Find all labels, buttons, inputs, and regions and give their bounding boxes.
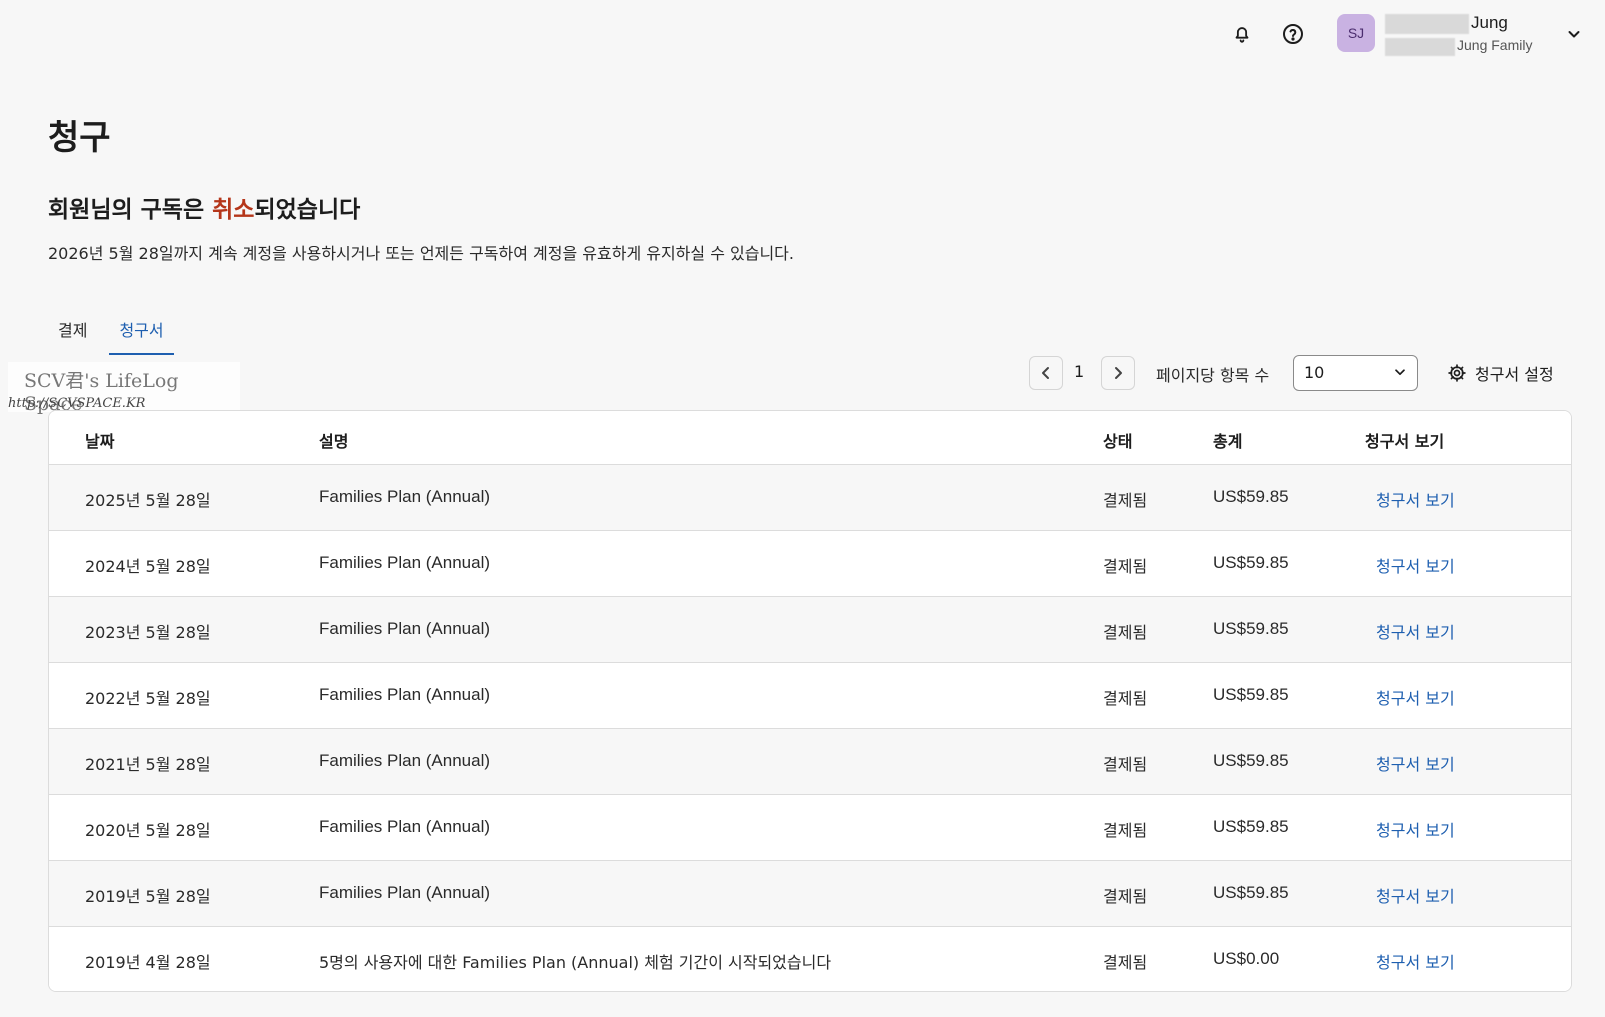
column-header-description: 설명: [319, 432, 349, 451]
subscription-notice-title: 회원님의 구독은 취소되었습니다: [48, 190, 360, 224]
view-invoice-link[interactable]: 청구서 보기: [1376, 553, 1455, 577]
cell-total: US$59.85: [1213, 685, 1289, 704]
table-row: 2025년 5월 28일 Families Plan (Annual) 결제됨 US$…: [49, 465, 1571, 531]
user-menu[interactable]: Jung Jung Family: [1385, 12, 1570, 56]
invoice-settings-button[interactable]: 청구서 설정: [1447, 360, 1554, 386]
column-header-total: 총계: [1213, 432, 1243, 451]
cell-status: 결제됨: [1103, 953, 1148, 972]
column-header-status: 상태: [1103, 432, 1133, 451]
table-row: 2023년 5월 28일 Families Plan (Annual) 결제됨 US$…: [49, 597, 1571, 663]
billing-tabs: 결제 청구서: [48, 305, 186, 355]
watermark: SCV君's LifeLog Space http://SCVSPACE.KR: [8, 362, 240, 415]
cell-date: 2024년 5월 28일: [85, 557, 211, 576]
per-page-value: 10: [1304, 363, 1325, 382]
view-invoice-link[interactable]: 청구서 보기: [1376, 817, 1455, 841]
invoice-table: 날짜 설명 상태 총계 청구서 보기 2025년 5월 28일 Families …: [48, 410, 1572, 992]
tab-payment[interactable]: 결제: [48, 305, 97, 355]
cell-date: 2020년 5월 28일: [85, 821, 211, 840]
cell-status: 결제됨: [1103, 689, 1148, 708]
table-row: 2021년 5월 28일 Families Plan (Annual) 결제됨 US$…: [49, 729, 1571, 795]
view-invoice-link[interactable]: 청구서 보기: [1376, 883, 1455, 907]
cell-total: US$59.85: [1213, 553, 1289, 572]
per-page-select[interactable]: 10: [1293, 355, 1418, 391]
notice-prefix: 회원님의 구독은: [48, 197, 213, 223]
table-header: 날짜 설명 상태 총계 청구서 보기: [49, 411, 1571, 465]
cell-total: US$59.85: [1213, 883, 1289, 902]
column-header-view-invoice: 청구서 보기: [1365, 432, 1445, 451]
cell-description: 5명의 사용자에 대한 Families Plan (Annual) 체험 기간…: [319, 953, 832, 972]
redacted-name: [1385, 14, 1469, 34]
table-row: 2020년 5월 28일 Families Plan (Annual) 결제됨 US$…: [49, 795, 1571, 861]
cell-description: Families Plan (Annual): [319, 685, 491, 704]
table-row: 2024년 5월 28일 Families Plan (Annual) 결제됨 US$…: [49, 531, 1571, 597]
cell-description: Families Plan (Annual): [319, 817, 491, 836]
cell-date: 2023년 5월 28일: [85, 623, 211, 642]
bell-icon[interactable]: [1228, 20, 1256, 48]
cell-description: Families Plan (Annual): [319, 553, 491, 572]
avatar[interactable]: SJ: [1337, 14, 1375, 52]
tab-invoices[interactable]: 청구서: [109, 305, 174, 355]
cell-status: 결제됨: [1103, 887, 1148, 906]
page-number: 1: [1074, 362, 1085, 381]
cell-description: Families Plan (Annual): [319, 619, 491, 638]
table-row: 2019년 4월 28일 5명의 사용자에 대한 Families Plan (A…: [49, 927, 1571, 991]
next-page-button[interactable]: [1101, 356, 1135, 390]
gear-icon: [1448, 364, 1466, 382]
table-row: 2019년 5월 28일 Families Plan (Annual) 결제됨 US$…: [49, 861, 1571, 927]
column-header-date[interactable]: 날짜: [85, 428, 114, 452]
cell-description: Families Plan (Annual): [319, 751, 491, 770]
cell-total: US$0.00: [1213, 949, 1280, 968]
cell-description: Families Plan (Annual): [319, 883, 491, 902]
user-name: Jung: [1471, 13, 1508, 32]
cell-date: 2021년 5월 28일: [85, 755, 211, 774]
view-invoice-link[interactable]: 청구서 보기: [1376, 949, 1455, 973]
cell-total: US$59.85: [1213, 817, 1289, 836]
invoice-settings-label: 청구서 설정: [1475, 365, 1554, 384]
cell-status: 결제됨: [1103, 623, 1148, 642]
cell-status: 결제됨: [1103, 491, 1148, 510]
cell-status: 결제됨: [1103, 557, 1148, 576]
chevron-left-icon: [1042, 367, 1049, 379]
cell-status: 결제됨: [1103, 755, 1148, 774]
watermark-url: http://SCVSPACE.KR: [8, 396, 146, 411]
previous-page-button[interactable]: [1029, 356, 1063, 390]
cell-total: US$59.85: [1213, 619, 1289, 638]
cell-date: 2022년 5월 28일: [85, 689, 211, 708]
per-page-label: 페이지당 항목 수: [1156, 366, 1270, 385]
subscription-notice-body: 2026년 5월 28일까지 계속 계정을 사용하시거나 또는 언제든 구독하여…: [48, 244, 794, 263]
notice-accent: 취소: [212, 197, 255, 223]
notice-suffix: 되었습니다: [254, 197, 361, 223]
table-row: 2022년 5월 28일 Families Plan (Annual) 결제됨 US$…: [49, 663, 1571, 729]
help-circle-icon[interactable]: [1279, 20, 1307, 48]
chevron-down-icon: [1393, 364, 1407, 383]
view-invoice-link[interactable]: 청구서 보기: [1376, 619, 1455, 643]
page-title: 청구: [48, 118, 111, 158]
cell-date: 2019년 5월 28일: [85, 887, 211, 906]
redacted-family: [1385, 38, 1455, 56]
top-bar: SJ Jung Jung Family: [0, 0, 1605, 68]
cell-total: US$59.85: [1213, 487, 1289, 506]
cell-description: Families Plan (Annual): [319, 487, 491, 506]
chevron-down-icon[interactable]: [1562, 22, 1586, 46]
chevron-right-icon: [1115, 367, 1122, 379]
view-invoice-link[interactable]: 청구서 보기: [1376, 685, 1455, 709]
cell-status: 결제됨: [1103, 821, 1148, 840]
cell-date: 2019년 4월 28일: [85, 953, 211, 972]
cell-total: US$59.85: [1213, 751, 1289, 770]
view-invoice-link[interactable]: 청구서 보기: [1376, 487, 1455, 511]
view-invoice-link[interactable]: 청구서 보기: [1376, 751, 1455, 775]
user-family: Jung Family: [1457, 37, 1533, 53]
cell-date: 2025년 5월 28일: [85, 491, 211, 510]
